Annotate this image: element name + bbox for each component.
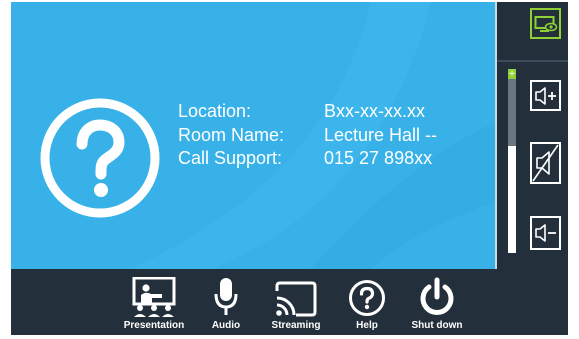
nav-audio[interactable]: Audio xyxy=(204,273,248,331)
nav-presentation-label: Presentation xyxy=(123,320,185,331)
volume-up-button[interactable] xyxy=(530,80,561,111)
nav-help[interactable]: Help xyxy=(346,273,388,331)
nav-help-label: Help xyxy=(356,320,378,331)
nav-shutdown[interactable]: Shut down xyxy=(407,273,467,331)
volume-down-icon xyxy=(534,224,556,242)
help-icon xyxy=(349,280,385,316)
volume-up-icon xyxy=(534,86,556,105)
touch-panel: Location: Room Name: Call Support: Bxx-x… xyxy=(11,2,568,335)
power-icon xyxy=(420,277,454,315)
bottom-navigation: Presentation Audio Streaming Help Shut d… xyxy=(11,269,568,335)
mute-button[interactable] xyxy=(530,142,561,184)
side-separator xyxy=(497,60,568,62)
volume-level-fill xyxy=(508,146,516,253)
volume-slider[interactable] xyxy=(508,69,516,253)
display-preview-icon xyxy=(534,15,557,32)
call-support-value: 015 27 898xx xyxy=(324,148,433,168)
nav-streaming[interactable]: Streaming xyxy=(266,273,326,331)
room-name-value: Lecture Hall -- xyxy=(324,124,438,145)
info-screen: Location: Room Name: Call Support: Bxx-x… xyxy=(11,2,495,269)
microphone-icon xyxy=(214,278,238,315)
nav-audio-label: Audio xyxy=(211,320,241,331)
call-support-label: Call Support: xyxy=(178,148,283,168)
nav-streaming-label: Streaming xyxy=(271,320,321,331)
mute-icon xyxy=(532,144,559,182)
nav-shutdown-label: Shut down xyxy=(411,320,463,331)
display-preview-button[interactable] xyxy=(530,8,561,39)
room-name-label: Room Name: xyxy=(178,124,285,145)
volume-down-button[interactable] xyxy=(530,216,561,250)
help-circle-icon xyxy=(40,98,160,218)
nav-presentation[interactable]: Presentation xyxy=(121,273,187,331)
location-label: Location: xyxy=(178,101,252,121)
cast-icon xyxy=(275,281,317,317)
location-value: Bxx-xx-xx.xx xyxy=(324,101,425,121)
info-values: Bxx-xx-xx.xx Lecture Hall -- 015 27 898x… xyxy=(324,100,437,171)
info-labels: Location: Room Name: Call Support: xyxy=(178,100,284,171)
presentation-icon xyxy=(132,277,176,317)
volume-max-marker: + xyxy=(508,69,516,79)
